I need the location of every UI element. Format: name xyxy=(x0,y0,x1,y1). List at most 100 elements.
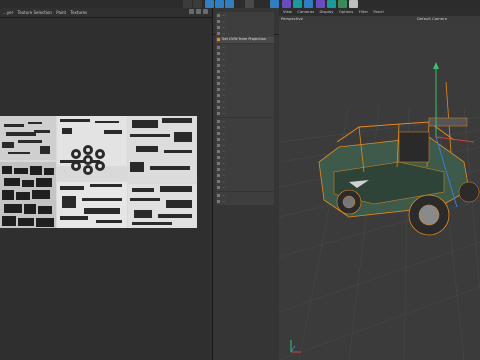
uv-command-icon xyxy=(217,150,220,153)
uv-command-icon xyxy=(217,52,220,55)
uv-command-label: ... xyxy=(222,199,226,203)
uv-command-label: ... xyxy=(222,119,226,123)
uv-command-item[interactable]: ... xyxy=(216,184,274,191)
menu-paint[interactable]: Paint xyxy=(56,8,66,17)
move-tool-icon[interactable] xyxy=(205,0,214,8)
spline-icon[interactable] xyxy=(282,0,291,8)
uv-texture-map xyxy=(0,116,197,228)
zoom-icon[interactable] xyxy=(196,9,201,14)
uv-command-item[interactable]: ... xyxy=(216,198,274,205)
viewport-menu-display[interactable]: Display xyxy=(319,8,333,16)
uv-command-icon xyxy=(217,168,220,171)
uv-command-icon xyxy=(217,100,220,103)
uv-command-label: ... xyxy=(222,173,226,177)
uv-command-label: ... xyxy=(222,131,226,135)
uv-command-label: ... xyxy=(222,161,226,165)
scale-tool-icon[interactable] xyxy=(215,0,224,8)
menu-texture-selection[interactable]: Texture Selection xyxy=(18,8,52,17)
uv-command-icon xyxy=(217,126,220,129)
uv-command-label: ... xyxy=(222,179,226,183)
uv-command-icon xyxy=(217,144,220,147)
frame-icon[interactable] xyxy=(189,9,194,14)
vehicle-model[interactable] xyxy=(318,81,480,236)
deformer-icon[interactable] xyxy=(316,0,325,8)
uv-command-icon xyxy=(217,76,220,79)
camera-icon[interactable] xyxy=(338,0,347,8)
uv-command-label: ... xyxy=(222,125,226,129)
cube-object-icon[interactable] xyxy=(270,0,279,8)
viewport-menu-filter[interactable]: Filter xyxy=(359,8,368,16)
uv-commands-panel: Set UVW from Projection ................… xyxy=(212,8,280,360)
uv-command-label: ... xyxy=(222,13,226,17)
uv-command-label: ... xyxy=(222,87,226,91)
menu-layer[interactable]: ...yer xyxy=(3,8,13,17)
menu-textures[interactable]: Textures xyxy=(70,8,87,17)
uv-command-icon xyxy=(217,88,220,91)
uv-command-label: ... xyxy=(222,75,226,79)
uv-command-label: ... xyxy=(222,93,226,97)
viewport-menubar: View Cameras Display Options Filter Pane… xyxy=(279,8,480,16)
uv-command-icon xyxy=(217,132,220,135)
set-uvw-from-projection-item[interactable]: Set UVW from Projection xyxy=(216,36,274,43)
uv-command-item[interactable]: ... xyxy=(216,30,274,37)
uv-command-label: ... xyxy=(222,81,226,85)
nurbs-icon[interactable] xyxy=(293,0,302,8)
uv-command-icon xyxy=(217,156,220,159)
render-view-icon[interactable] xyxy=(245,0,254,8)
uv-command-label: ... xyxy=(222,69,226,73)
uv-command-icon xyxy=(217,194,220,197)
uv-command-icon xyxy=(217,64,220,67)
uv-command-icon xyxy=(217,112,220,115)
uv-command-label: ... xyxy=(222,25,226,29)
rotate-tool-icon[interactable] xyxy=(225,0,234,8)
uv-command-label: ... xyxy=(222,137,226,141)
redo-icon[interactable] xyxy=(193,0,202,8)
uv-command-label: ... xyxy=(222,185,226,189)
uv-command-icon xyxy=(217,106,220,109)
uv-command-icon xyxy=(217,70,220,73)
uv-command-label: ... xyxy=(222,167,226,171)
uv-command-icon xyxy=(217,82,220,85)
uv-command-label: ... xyxy=(222,105,226,109)
uv-command-label: ... xyxy=(222,57,226,61)
selected-command-label: Set UVW from Projection xyxy=(222,37,267,41)
uv-command-icon xyxy=(217,32,220,35)
uv-view-icons xyxy=(187,9,208,15)
uv-command-icon xyxy=(217,186,220,189)
uv-command-icon xyxy=(217,200,220,203)
uv-command-icon xyxy=(217,120,220,123)
array-icon[interactable] xyxy=(304,0,313,8)
uv-command-icon xyxy=(217,14,220,17)
uv-command-icon xyxy=(217,94,220,97)
uv-command-item[interactable]: ... xyxy=(216,110,274,117)
viewport-menu-panel[interactable]: Panel xyxy=(373,8,383,16)
environment-icon[interactable] xyxy=(327,0,336,8)
uv-command-label: ... xyxy=(222,31,226,35)
uv-command-label: ... xyxy=(222,63,226,67)
viewport-menu-options[interactable]: Options xyxy=(339,8,354,16)
uv-command-icon xyxy=(217,38,220,41)
uv-command-icon xyxy=(217,162,220,165)
uv-command-icon xyxy=(217,20,220,23)
main-toolbar xyxy=(0,0,480,8)
uv-command-label: ... xyxy=(222,149,226,153)
light-icon[interactable] xyxy=(349,0,358,8)
uv-command-label: ... xyxy=(222,143,226,147)
uv-command-label: ... xyxy=(222,45,226,49)
world-axis-icon xyxy=(290,340,301,353)
uv-command-label: ... xyxy=(222,19,226,23)
uv-command-label: ... xyxy=(222,99,226,103)
uv-editor-menubar: ...yer Texture Selection Paint Textures xyxy=(0,8,212,18)
maximize-icon[interactable] xyxy=(203,9,208,14)
uv-command-label: ... xyxy=(222,193,226,197)
viewport-menu-view[interactable]: View xyxy=(283,8,292,16)
undo-icon[interactable] xyxy=(183,0,192,8)
viewport-menu-cameras[interactable]: Cameras xyxy=(297,8,314,16)
uv-command-icon xyxy=(217,46,220,49)
uv-command-icon xyxy=(217,58,220,61)
uv-command-icon xyxy=(217,26,220,29)
uv-command-icon xyxy=(217,138,220,141)
uv-command-label: ... xyxy=(222,51,226,55)
uv-command-label: ... xyxy=(222,111,226,115)
uv-command-label: ... xyxy=(222,155,226,159)
